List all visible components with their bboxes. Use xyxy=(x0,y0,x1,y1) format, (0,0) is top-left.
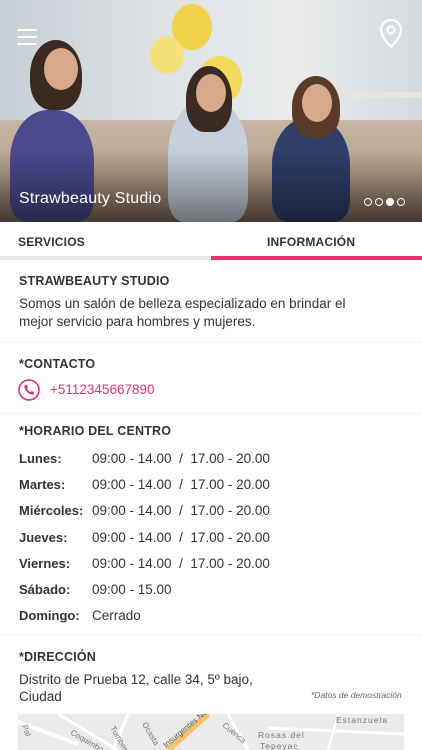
day-label: Domingo: xyxy=(19,608,80,623)
hours-title: *HORARIO DEL CENTRO xyxy=(19,424,172,438)
tab-informacion[interactable]: INFORMACIÓN xyxy=(211,222,422,260)
menu-button[interactable] xyxy=(17,27,37,45)
phone-number-link[interactable]: +5112345667890 xyxy=(50,382,155,397)
hours-row: Viernes: 09:00 - 14.00 / 17.00 - 20.00 xyxy=(0,556,422,576)
about-description-line: mejor servicio para hombres y mujeres. xyxy=(19,314,256,329)
hours-row: Miércoles: 09:00 - 14.00 / 17.00 - 20.00 xyxy=(0,503,422,523)
day-label: Martes: xyxy=(19,477,66,492)
contact-title: *CONTACTO xyxy=(19,357,96,371)
address-line: Ciudad xyxy=(19,689,62,704)
location-map[interactable]: Pal Coquimbo Tumbes Ocasta Rosas del Tep… xyxy=(18,714,404,750)
time-value: 09:00 - 14.00 / 17.00 - 20.00 xyxy=(92,451,270,466)
phone-icon[interactable] xyxy=(18,379,40,401)
studio-name-heading: Strawbeauty Studio xyxy=(19,190,162,207)
hours-section: *HORARIO DEL CENTRO xyxy=(0,414,422,636)
day-label: Lunes: xyxy=(19,451,62,466)
carousel-dot-active[interactable] xyxy=(386,198,394,206)
time-value: 09:00 - 14.00 / 17.00 - 20.00 xyxy=(92,556,270,571)
hero-photo-shade xyxy=(0,150,422,222)
time-value: 09:00 - 14.00 / 17.00 - 20.00 xyxy=(92,477,270,492)
carousel-dot[interactable] xyxy=(364,198,372,206)
time-value: Cerrado xyxy=(92,608,141,623)
hero-photo-face xyxy=(196,74,226,112)
hero-photo-face xyxy=(44,48,78,90)
hero-photo-shelf xyxy=(330,92,422,98)
carousel-dot[interactable] xyxy=(375,198,383,206)
hero-banner: Strawbeauty Studio xyxy=(0,0,422,222)
hero-photo-face xyxy=(302,84,332,122)
hours-row: Domingo: Cerrado xyxy=(0,608,422,628)
hours-row: Lunes: 09:00 - 14.00 / 17.00 - 20.00 xyxy=(0,451,422,471)
day-label: Jueves: xyxy=(19,530,68,545)
carousel-indicator[interactable] xyxy=(364,198,405,206)
about-description-line: Somos un salón de belleza especializado … xyxy=(19,296,346,311)
map-pin-icon xyxy=(379,18,403,49)
hours-row: Martes: 09:00 - 14.00 / 17.00 - 20.00 xyxy=(0,477,422,497)
hamburger-icon-line xyxy=(17,36,37,38)
time-value: 09:00 - 15.00 xyxy=(92,582,172,597)
map-label: Tepeyac xyxy=(260,741,299,750)
address-title: *DIRECCIÓN xyxy=(19,650,97,664)
about-title: STRAWBEAUTY STUDIO xyxy=(19,274,170,288)
day-label: Viernes: xyxy=(19,556,71,571)
tab-label: SERVICIOS xyxy=(18,235,85,249)
time-value: 09:00 - 14.00 / 17.00 - 20.00 xyxy=(92,530,270,545)
carousel-dot[interactable] xyxy=(397,198,405,206)
map-graphic: Pal Coquimbo Tumbes Ocasta Rosas del Tep… xyxy=(18,714,404,750)
tab-bar: SERVICIOS INFORMACIÓN xyxy=(0,222,422,260)
map-label: Rosas del xyxy=(258,730,305,740)
hours-row: Jueves: 09:00 - 14.00 / 17.00 - 20.00 xyxy=(0,530,422,550)
hours-row: Sábado: 09:00 - 15.00 xyxy=(0,582,422,602)
tab-label: INFORMACIÓN xyxy=(267,235,356,249)
day-label: Miércoles: xyxy=(19,503,84,518)
tab-servicios[interactable]: SERVICIOS xyxy=(0,222,211,260)
hamburger-icon-line xyxy=(17,43,37,45)
contact-section: *CONTACTO xyxy=(0,343,422,414)
day-label: Sábado: xyxy=(19,582,71,597)
demo-data-note: *Datos de demostración xyxy=(311,690,402,700)
about-section: STRAWBEAUTY STUDIO Somos un salón de bel… xyxy=(0,260,422,343)
hamburger-icon-line xyxy=(17,29,37,31)
location-button[interactable] xyxy=(378,18,404,50)
time-value: 09:00 - 14.00 / 17.00 - 20.00 xyxy=(92,503,270,518)
map-label: Estanzuela xyxy=(336,715,388,725)
hero-photo-balloon xyxy=(150,36,184,74)
